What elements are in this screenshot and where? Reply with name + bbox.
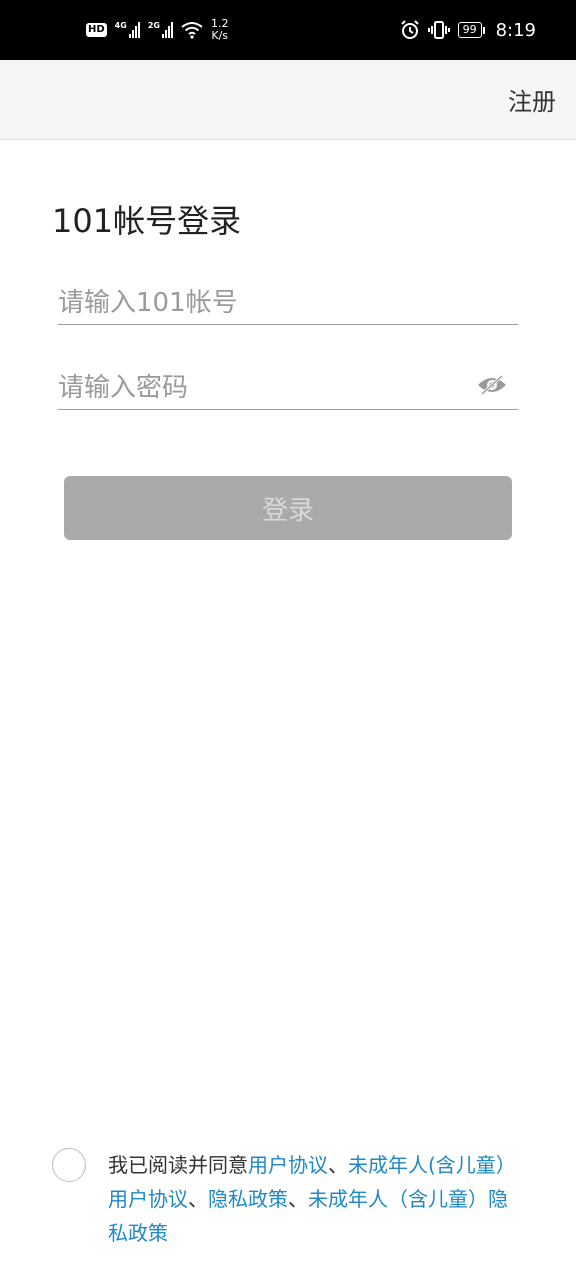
agreement-text: 我已阅读并同意用户协议、未成年人(含儿童）用户协议、隐私政策、未成年人（含儿童）… [108,1148,518,1250]
agreement-sep-2: 、 [188,1187,208,1211]
password-field-container [58,360,518,410]
speed-unit: K/s [211,29,229,42]
app-header: 注册 [0,60,576,140]
login-button[interactable]: 登录 [64,476,512,540]
status-left: HD 4G 2G 1.2 K/s [86,18,228,42]
register-button[interactable]: 注册 [508,82,556,117]
wifi-icon [181,22,203,39]
privacy-policy-link[interactable]: 隐私政策 [208,1187,288,1211]
net-2g-label: 2G [147,21,160,30]
battery-icon: 99 [457,22,485,38]
account-field-container [58,275,518,325]
status-time: 8:19 [495,19,536,41]
signal-2g-icon: 2G [148,22,173,38]
page-title: 101帐号登录 [52,202,242,240]
alarm-icon [400,20,419,39]
account-input[interactable] [58,275,518,324]
agreement-sep-1: 、 [328,1153,348,1177]
status-right: 99 8:19 [400,20,536,41]
status-bar: HD 4G 2G 1.2 K/s 99 8:19 [0,0,576,60]
password-input[interactable] [58,360,518,409]
agreement-sep-3: 、 [288,1187,308,1211]
signal-4g-icon: 4G [115,22,140,38]
agreement-checkbox[interactable] [52,1148,86,1182]
net-4g-label: 4G [114,21,127,30]
user-agreement-link[interactable]: 用户协议 [248,1153,328,1177]
network-speed: 1.2 K/s [211,18,229,42]
agreement-prefix: 我已阅读并同意 [108,1153,248,1177]
hd-badge: HD [86,23,107,37]
eye-hidden-icon[interactable] [476,374,508,396]
vibrate-icon [427,21,450,39]
